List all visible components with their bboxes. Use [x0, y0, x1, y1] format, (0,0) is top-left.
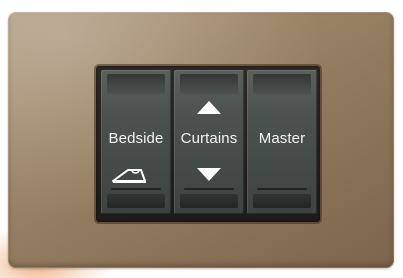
master-label: Master: [258, 130, 306, 147]
brand-mark: [102, 238, 162, 248]
bedside-lamp-icon: [112, 169, 146, 183]
arrow-up-icon: [197, 101, 221, 114]
arrow-down-icon: [197, 168, 221, 181]
bedside-label: Bedside: [108, 130, 164, 147]
bedside-switch[interactable]: Bedside: [101, 70, 171, 214]
rocker-bottom-band: [180, 194, 238, 208]
switch-photo: Bedside Curtains Master: [0, 0, 403, 278]
rocker-groove: [111, 188, 161, 190]
rocker-groove: [184, 188, 234, 190]
rocker-top-band: [180, 74, 238, 94]
rocker-top-band: [253, 74, 311, 94]
rocker-top-band: [107, 74, 165, 94]
rocker-groove: [257, 188, 307, 190]
master-switch[interactable]: Master: [247, 70, 317, 214]
rocker-bottom-band: [107, 194, 165, 208]
curtains-label: Curtains: [180, 130, 238, 147]
rocker-bottom-band: [253, 194, 311, 208]
curtains-switch[interactable]: Curtains: [174, 70, 244, 214]
